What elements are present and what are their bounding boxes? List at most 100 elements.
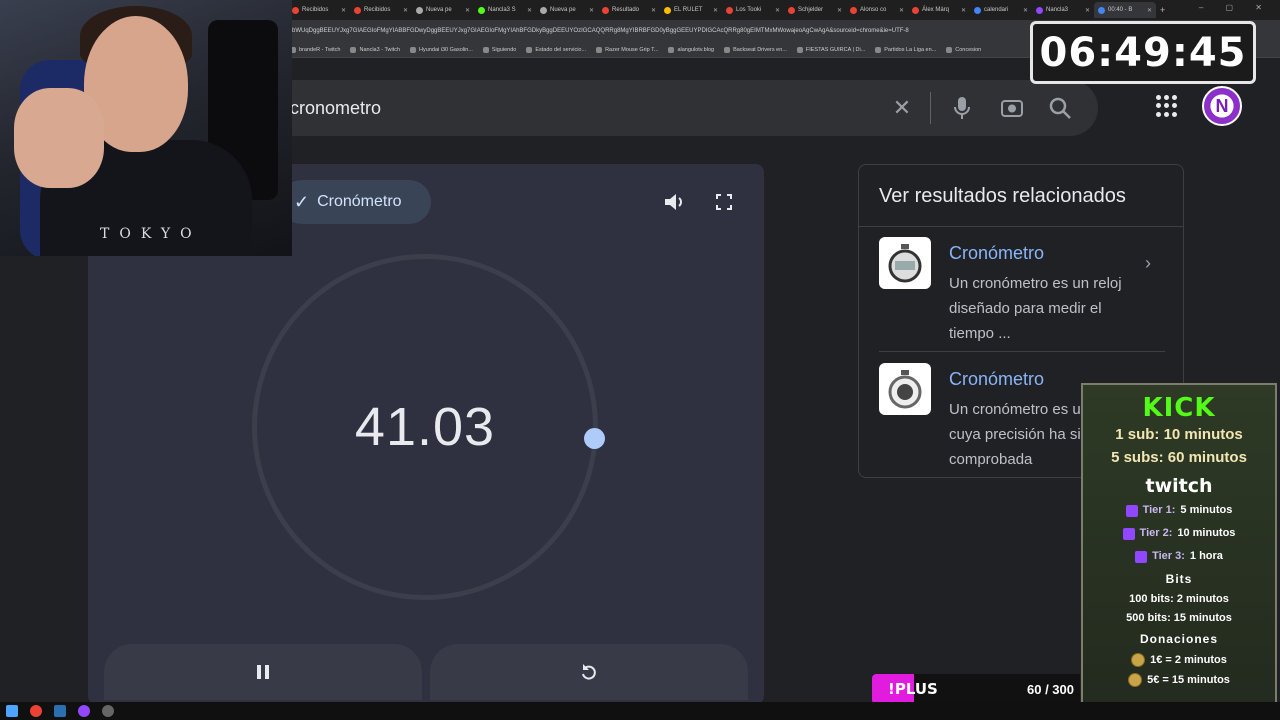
related-item-name[interactable]: Cronómetro [949, 243, 1044, 264]
bookmark-item[interactable]: Partidos La Liga en... [875, 46, 937, 53]
bookmark-favicon-icon [482, 46, 489, 53]
tab-close-icon[interactable]: ✕ [837, 7, 842, 14]
browser-tab[interactable]: 00:40 - B ✕ [1094, 2, 1156, 18]
tab-close-icon[interactable]: ✕ [1023, 7, 1028, 14]
browser-tab[interactable]: EL RULET ✕ [660, 2, 722, 18]
bookmark-item[interactable]: brandeR - Twitch [290, 46, 340, 53]
bookmark-item[interactable]: Siguiendo [482, 46, 517, 53]
browser-tab[interactable]: Nancla3 ✕ [1032, 2, 1094, 18]
subathon-rules-panel: KICK 1 sub: 10 minutos 5 subs: 60 minuto… [1081, 383, 1277, 715]
bookmark-label: Partidos La Liga en... [884, 46, 937, 53]
search-box[interactable]: cronometro ✕ [260, 80, 1098, 136]
bookmark-favicon-icon [410, 46, 417, 53]
google-apps-icon[interactable] [1156, 95, 1178, 117]
browser-tab[interactable]: Nueva pe ✕ [412, 2, 474, 18]
fullscreen-icon[interactable] [716, 194, 732, 210]
chevron-right-icon[interactable]: › [1145, 253, 1151, 274]
new-tab-button[interactable]: + [1160, 5, 1165, 15]
tab-close-icon[interactable]: ✕ [899, 7, 904, 14]
window-controls[interactable]: – ▢ ✕ [1199, 3, 1272, 12]
bookmark-item[interactable]: Razer Mouse Grip T... [596, 46, 659, 53]
microphone-icon[interactable] [948, 94, 976, 122]
clear-icon[interactable]: ✕ [888, 94, 916, 122]
app-icon[interactable] [78, 705, 90, 717]
volume-icon[interactable] [662, 190, 688, 214]
bookmark-favicon-icon [350, 46, 357, 53]
browser-tab[interactable]: Alonso co ✕ [846, 2, 908, 18]
tab-close-icon[interactable]: ✕ [713, 7, 718, 14]
steam-icon[interactable] [54, 705, 66, 717]
tab-close-icon[interactable]: ✕ [1147, 7, 1152, 14]
bookmark-label: Hyundai i30 Gasolin... [419, 46, 473, 53]
browser-tab[interactable]: Schjelder ✕ [784, 2, 846, 18]
tab-favicon-icon [1098, 6, 1105, 14]
tab-favicon-icon [912, 6, 919, 14]
tab-label: 00:40 - B [1108, 7, 1133, 13]
tab-label: Los Tooki [736, 7, 762, 13]
tier-rule: Tier 3: 1 hora [1135, 545, 1223, 568]
bookmark-favicon-icon [875, 46, 882, 53]
bookmark-item[interactable]: FIESTAS GUIRCA | Di... [796, 46, 866, 53]
search-query[interactable]: cronometro [290, 98, 381, 119]
bookmark-item[interactable]: alangulotv.blog [668, 46, 714, 53]
tab-close-icon[interactable]: ✕ [589, 7, 594, 14]
browser-tab[interactable]: Nancla3 S ✕ [474, 2, 536, 18]
settings-icon[interactable] [102, 705, 114, 717]
bookmark-label: Siguiendo [491, 46, 517, 53]
tab-favicon-icon [1036, 6, 1043, 14]
bits-rule: 100 bits: 2 minutos [1129, 593, 1229, 605]
tab-close-icon[interactable]: ✕ [961, 7, 966, 14]
tab-close-icon[interactable]: ✕ [403, 7, 408, 14]
browser-tab[interactable]: Álex Márq ✕ [908, 2, 970, 18]
bookmark-label: Nancla3 - Twitch [359, 46, 401, 53]
browser-tab[interactable]: Recibidos ✕ [288, 2, 350, 18]
tab-label: Recibidos [302, 7, 329, 13]
tab-close-icon[interactable]: ✕ [341, 7, 346, 14]
tab-favicon-icon [292, 6, 299, 14]
bookmark-item[interactable]: Estado del servicio... [526, 46, 586, 53]
bookmark-item[interactable]: Hyundai i30 Gasolin... [410, 46, 473, 53]
browser-tab[interactable]: Resultado ✕ [598, 2, 660, 18]
tab-close-icon[interactable]: ✕ [465, 7, 470, 14]
lens-camera-icon[interactable] [998, 94, 1026, 122]
browser-tab[interactable]: Nueva pe ✕ [536, 2, 598, 18]
tab-label: Nancla3 S [488, 7, 516, 13]
related-item-name[interactable]: Cronómetro [949, 369, 1044, 390]
tab-close-icon[interactable]: ✕ [1085, 7, 1090, 14]
tab-label: calendari [984, 7, 1009, 13]
twitch-icon [1122, 527, 1135, 540]
chrome-icon[interactable] [30, 705, 42, 717]
tab-favicon-icon [540, 6, 547, 14]
tab-close-icon[interactable]: ✕ [775, 7, 780, 14]
bookmark-item[interactable]: Nancla3 - Twitch [350, 46, 401, 53]
tab-label: EL RULET [674, 7, 703, 13]
bookmark-favicon-icon [796, 46, 803, 53]
twitch-icon [1135, 550, 1148, 563]
bookmark-favicon-icon [596, 46, 603, 53]
plus-goal-count: 60 / 300 [1027, 681, 1074, 697]
tab-close-icon[interactable]: ✕ [651, 7, 656, 14]
tab-close-icon[interactable]: ✕ [527, 7, 532, 14]
bookmark-item[interactable]: Backseat Drivers en... [724, 46, 787, 53]
bookmark-favicon-icon [724, 46, 731, 53]
bookmark-label: Razer Mouse Grip T... [605, 46, 659, 53]
tab-favicon-icon [726, 6, 733, 14]
bookmark-label: FIESTAS GUIRCA | Di... [805, 46, 866, 53]
browser-tab[interactable]: Los Tooki ✕ [722, 2, 784, 18]
twitch-icon [1125, 504, 1138, 517]
profile-avatar[interactable]: N [1202, 86, 1242, 126]
browser-tab[interactable]: calendari ✕ [970, 2, 1032, 18]
browser-tab[interactable]: Recibidos ✕ [350, 2, 412, 18]
search-icon[interactable] [1046, 94, 1074, 122]
stopwatch-chip-label: Cronómetro [317, 193, 402, 210]
windows-start-icon[interactable] [6, 705, 18, 717]
bookmark-favicon-icon [526, 46, 533, 53]
bits-heading: Bits [1165, 572, 1193, 586]
bookmark-item[interactable]: Concesion [946, 46, 981, 53]
reset-button[interactable] [430, 644, 748, 700]
stopwatch-tab-chip[interactable]: ✓ Cronómetro [280, 180, 431, 224]
pause-button[interactable] [104, 644, 422, 700]
windows-taskbar [0, 702, 1280, 720]
tab-label: Nueva pe [426, 7, 452, 13]
bits-rule: 500 bits: 15 minutos [1126, 612, 1232, 624]
